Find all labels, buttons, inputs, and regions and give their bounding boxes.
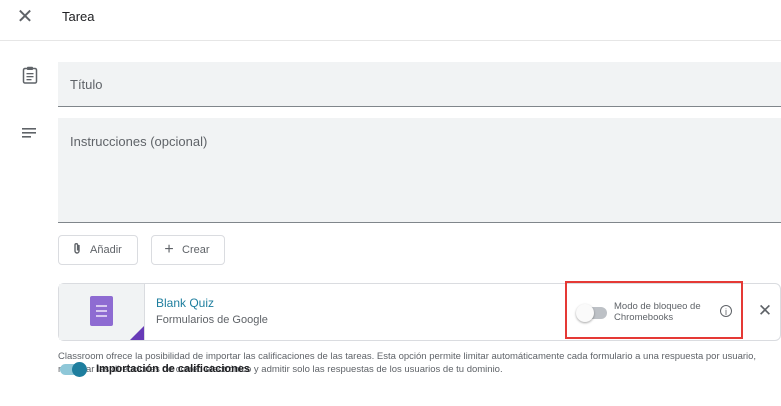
top-bar [0, 0, 781, 41]
notes-icon [22, 128, 36, 138]
instructions-placeholder: Instrucciones (opcional) [70, 134, 208, 149]
create-button-label: Crear [182, 244, 210, 256]
create-button[interactable]: + Crear [151, 235, 225, 265]
close-icon[interactable]: ✕ [14, 6, 36, 28]
title-input[interactable]: Título [58, 62, 781, 107]
add-button-label: Añadir [90, 244, 122, 256]
attachment-title[interactable]: Blank Quiz [156, 296, 214, 310]
lock-mode-toggle-knob[interactable] [576, 304, 594, 322]
grade-import-toggle-knob[interactable] [72, 362, 87, 377]
lock-mode-label: Modo de bloqueo de Chromebooks [614, 301, 701, 323]
clipboard-icon [22, 66, 38, 84]
add-button[interactable]: Añadir [58, 235, 138, 265]
attachment-thumbnail[interactable] [59, 284, 145, 340]
info-icon[interactable]: i [720, 305, 732, 317]
attachment-subtitle: Formularios de Google [156, 314, 268, 326]
remove-attachment-icon[interactable]: ✕ [756, 301, 774, 321]
grade-import-label: Importación de calificaciones [96, 363, 251, 375]
plus-icon: + [164, 241, 174, 258]
google-forms-icon [90, 296, 113, 326]
page-title: Tarea [62, 9, 95, 24]
forms-corner-mark [130, 326, 144, 340]
title-placeholder: Título [70, 77, 103, 92]
paperclip-icon [70, 242, 84, 258]
instructions-input[interactable]: Instrucciones (opcional) [58, 118, 781, 223]
